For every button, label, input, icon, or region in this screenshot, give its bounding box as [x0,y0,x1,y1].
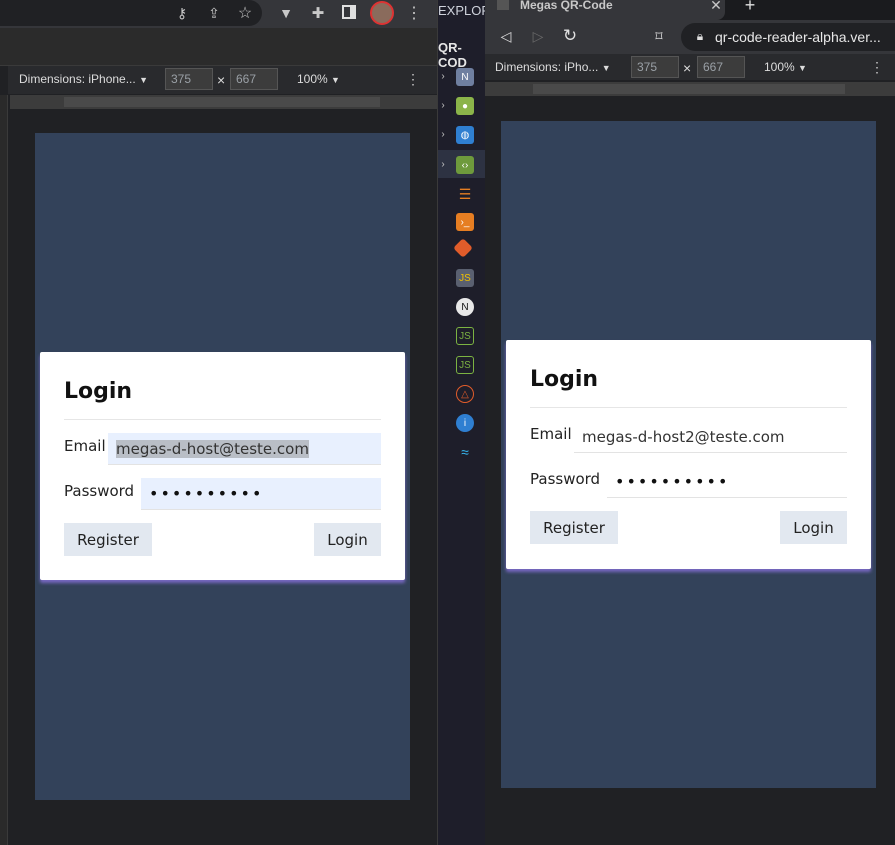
right-password-input[interactable]: •••••••••• [607,466,847,498]
node-js-file-icon[interactable]: JS [456,327,474,345]
right-dimensions-dropdown[interactable]: Dimensions: iPho... ▼ [495,60,611,74]
right-zoom-label: 100% [764,60,795,74]
left-dimensions-dropdown[interactable]: Dimensions: iPhone... ▼ [19,72,148,86]
left-password-label: Password [64,482,135,500]
left-email-label: Email [64,437,106,455]
chevron-right-icon[interactable]: › [438,156,448,172]
lock-icon[interactable]: 🔒︎ [693,28,707,44]
right-height-input[interactable]: 667 [697,56,745,78]
chevron-right-icon[interactable]: › [438,68,448,84]
extensions-icon[interactable]: ✚ [308,3,328,23]
caret-down-icon: ▼ [601,63,611,73]
right-address-text: qr-code-reader-alpha.ver... [715,29,881,45]
bookmark-icon[interactable]: ⌑ [651,27,667,45]
favicon-icon [497,0,509,10]
left-device-more-icon[interactable]: ⋮ [405,70,421,88]
public-folder-icon[interactable]: ◍ [456,126,474,144]
left-ruler-inner [64,97,380,107]
caret-down-icon: ▼ [798,63,807,73]
tab-close-icon[interactable]: ✕ [709,0,723,13]
right-login-title: Login [530,367,599,392]
folder-green-icon[interactable]: ● [456,97,474,115]
right-password-label: Password [530,470,601,488]
info-file-icon[interactable]: i [456,414,474,432]
left-browser-window: ⚷ ⇪ ☆ ▼ ✚ ⋮ Dimensions: iPhone... ▼ 375 … [0,0,437,845]
star-icon[interactable]: ☆ [235,3,255,23]
left-width-input[interactable]: 375 [165,68,213,90]
node-js-file-icon-2[interactable]: JS [456,356,474,374]
left-login-title: Login [64,379,133,404]
src-folder-icon[interactable]: ‹› [456,156,474,174]
chevron-right-icon[interactable]: › [438,126,448,142]
caret-down-icon: ▼ [331,75,340,85]
left-password-value: •••••••••• [149,484,264,503]
left-register-button[interactable]: Register [64,523,152,556]
right-login-button[interactable]: Login [780,511,847,544]
left-dimensions-label: Dimensions: iPhone... [19,72,136,86]
new-tab-icon[interactable]: + [741,0,759,15]
right-email-input[interactable]: megas-d-host2@teste.com [574,421,847,453]
sidepanel-icon[interactable] [342,5,356,19]
right-password-value: •••••••••• [615,472,730,491]
right-email-label: Email [530,425,572,443]
forward-arrow-icon[interactable]: ▷ [529,27,547,45]
right-device-more-icon[interactable]: ⋮ [869,58,885,76]
right-ruler-inner [533,84,845,94]
right-login-card: Login Email megas-d-host2@teste.com Pass… [506,340,871,569]
right-dimensions-label: Dimensions: iPho... [495,60,599,74]
left-login-card: Login Email megas-d-host@teste.com Passw… [40,352,405,580]
right-width-input[interactable]: 375 [631,56,679,78]
right-title-divider [530,407,847,408]
next-file-icon[interactable]: N [456,298,474,316]
settings-sliders-icon[interactable]: ☰ [456,185,474,203]
tailwind-file-icon[interactable]: ≈ [456,443,474,461]
left-zoom-label: 100% [297,72,328,86]
reload-icon[interactable]: ↻ [561,26,579,46]
right-register-button[interactable]: Register [530,511,618,544]
menu-icon[interactable]: ⋮ [406,3,422,23]
share-icon[interactable]: ⇪ [204,4,224,22]
left-edge-panel [0,95,8,845]
left-height-input[interactable]: 667 [230,68,278,90]
explorer-header: EXPLOR [438,3,491,18]
explorer-panel: EXPLOR QR-COD › N › ● › ◍ › ‹› ☰ ›_ JS N… [437,0,491,845]
left-tab-strip [0,28,437,66]
left-login-button[interactable]: Login [314,523,381,556]
left-zoom-dropdown[interactable]: 100% ▼ [297,72,340,86]
right-times-sign: × [683,60,692,76]
left-email-value: megas-d-host@teste.com [116,439,309,458]
git-file-icon[interactable] [453,238,473,258]
right-browser-window: Megas QR-Code ✕ + ◁ ▷ ↻ ⌑ 🔒︎ qr-code-rea… [485,0,895,845]
left-times-sign: × [217,72,226,88]
left-password-input[interactable]: •••••••••• [141,478,381,510]
terminal-file-icon[interactable]: ›_ [456,213,474,231]
right-zoom-dropdown[interactable]: 100% ▼ [764,60,807,74]
left-email-input[interactable]: megas-d-host@teste.com [108,433,381,465]
chevron-right-icon[interactable]: › [438,97,448,113]
vue-devtools-icon[interactable]: ▼ [276,4,296,22]
config-file-icon[interactable]: △ [456,385,474,403]
caret-down-icon: ▼ [139,75,148,85]
right-email-value: megas-d-host2@teste.com [582,427,785,446]
js-file-icon[interactable]: JS [456,269,474,287]
avatar[interactable] [370,1,394,25]
left-title-divider [64,419,381,420]
key-icon[interactable]: ⚷ [172,4,192,22]
node-modules-folder-icon[interactable]: N [456,68,474,86]
explorer-folder-name: QR-COD [438,40,467,70]
back-arrow-icon[interactable]: ◁ [497,27,515,45]
right-tab-title: Megas QR-Code [520,0,613,12]
